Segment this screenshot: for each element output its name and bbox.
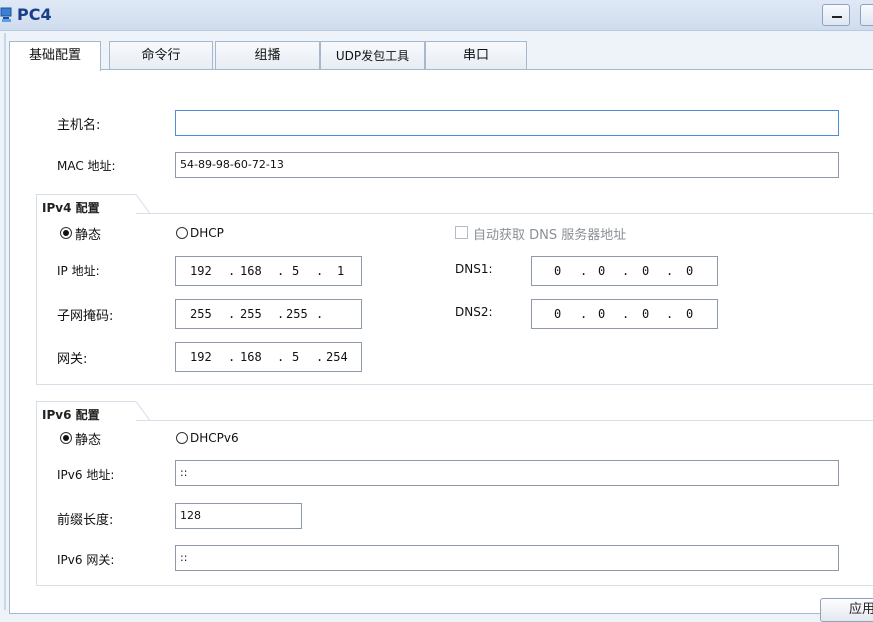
ipv6-dhcp-radio[interactable] <box>176 432 188 444</box>
dns2-octet-4: 0 <box>686 307 694 321</box>
mac-label: MAC 地址: <box>57 159 116 173</box>
gateway-label: 网关: <box>57 352 88 367</box>
dns1-octet-2: 0 <box>598 264 606 278</box>
dns2-dot: . <box>666 307 674 321</box>
gw-octet-4: 254 <box>326 350 348 364</box>
gw-octet-2: 168 <box>240 350 262 364</box>
ipv6-static-label: 静态 <box>75 433 102 448</box>
dns2-octet-1: 0 <box>554 307 562 321</box>
mask-dot: . <box>228 307 236 321</box>
gw-dot: . <box>228 350 236 364</box>
gw-octet-3: 5 <box>292 350 300 364</box>
dns1-octet-1: 0 <box>554 264 562 278</box>
dns2-octet-3: 0 <box>642 307 650 321</box>
ipv4-section-title: IPv4 配置 <box>42 201 100 215</box>
ip-address-label: IP 地址: <box>57 264 100 278</box>
dns1-dot: . <box>622 264 630 278</box>
hostname-input[interactable] <box>175 110 839 136</box>
ipv6-gateway-input[interactable]: :: <box>175 545 839 571</box>
mask-octet-3: 255 <box>286 307 308 321</box>
tab-slant <box>136 401 150 421</box>
subnet-mask-input[interactable]: 255 . 255 . 255 . <box>175 299 362 329</box>
tab-slant <box>136 194 150 214</box>
dns2-input[interactable]: 0 . 0 . 0 . 0 <box>531 299 718 329</box>
mask-octet-2: 255 <box>240 307 262 321</box>
ipv4-dhcp-label: DHCP <box>190 226 224 240</box>
apply-button[interactable]: 应用 <box>820 598 873 622</box>
gw-dot: . <box>277 350 285 364</box>
ip-octet-3: 5 <box>292 264 300 278</box>
mask-octet-1: 255 <box>190 307 212 321</box>
mac-field: 54-89-98-60-72-13 <box>175 152 839 178</box>
mask-dot: . <box>316 307 324 321</box>
ipv6-gateway-label: IPv6 网关: <box>57 553 115 567</box>
ipv4-dhcp-radio[interactable] <box>176 227 188 239</box>
tab-udp-tool[interactable]: UDP发包工具 <box>320 41 425 69</box>
dns1-octet-4: 0 <box>686 264 694 278</box>
ipv6-static-radio[interactable] <box>60 432 72 444</box>
minimize-button[interactable] <box>822 4 850 26</box>
ipv6-address-input[interactable]: :: <box>175 460 839 486</box>
ip-dot: . <box>277 264 285 278</box>
dns1-input[interactable]: 0 . 0 . 0 . 0 <box>531 256 718 286</box>
maximize-button[interactable] <box>860 4 873 26</box>
prefix-length-label: 前缀长度: <box>57 513 114 528</box>
dns1-dot: . <box>666 264 674 278</box>
auto-dns-checkbox[interactable] <box>455 226 468 239</box>
dns1-octet-3: 0 <box>642 264 650 278</box>
ip-octet-4: 1 <box>337 264 345 278</box>
minimize-icon <box>832 16 842 18</box>
tab-serial[interactable]: 串口 <box>425 41 527 69</box>
dns2-dot: . <box>622 307 630 321</box>
window-border <box>4 33 6 610</box>
ipv6-section-title: IPv6 配置 <box>42 408 100 422</box>
gateway-input[interactable]: 192 . 168 . 5 . 254 <box>175 342 362 372</box>
dns2-dot: . <box>580 307 588 321</box>
tab-multicast[interactable]: 组播 <box>215 41 320 69</box>
dns1-dot: . <box>580 264 588 278</box>
dns1-label: DNS1: <box>455 262 493 276</box>
hostname-label: 主机名: <box>57 118 101 133</box>
mask-dot: . <box>277 307 285 321</box>
ipv6-address-label: IPv6 地址: <box>57 468 115 482</box>
ip-octet-1: 192 <box>190 264 212 278</box>
subnet-mask-label: 子网掩码: <box>57 309 114 324</box>
ip-octet-2: 168 <box>240 264 262 278</box>
title-bar: PC4 <box>0 0 873 31</box>
ipv6-dhcp-label: DHCPv6 <box>190 431 239 445</box>
dns2-label: DNS2: <box>455 305 493 319</box>
tab-basic-config[interactable]: 基础配置 <box>9 41 101 71</box>
ip-dot: . <box>228 264 236 278</box>
window-title: PC4 <box>17 5 52 24</box>
gw-dot: . <box>316 350 324 364</box>
gw-octet-1: 192 <box>190 350 212 364</box>
tab-command-line[interactable]: 命令行 <box>109 41 213 69</box>
dns2-octet-2: 0 <box>598 307 606 321</box>
prefix-length-input[interactable]: 128 <box>175 503 302 529</box>
ipv4-static-radio[interactable] <box>60 227 72 239</box>
auto-dns-label: 自动获取 DNS 服务器地址 <box>473 228 627 243</box>
ip-address-input[interactable]: 192 . 168 . 5 . 1 <box>175 256 362 286</box>
pc-icon <box>0 7 12 22</box>
ip-dot: . <box>316 264 324 278</box>
tab-strip: 基础配置 命令行 组播 UDP发包工具 串口 <box>9 41 873 71</box>
ipv4-static-label: 静态 <box>75 228 102 243</box>
